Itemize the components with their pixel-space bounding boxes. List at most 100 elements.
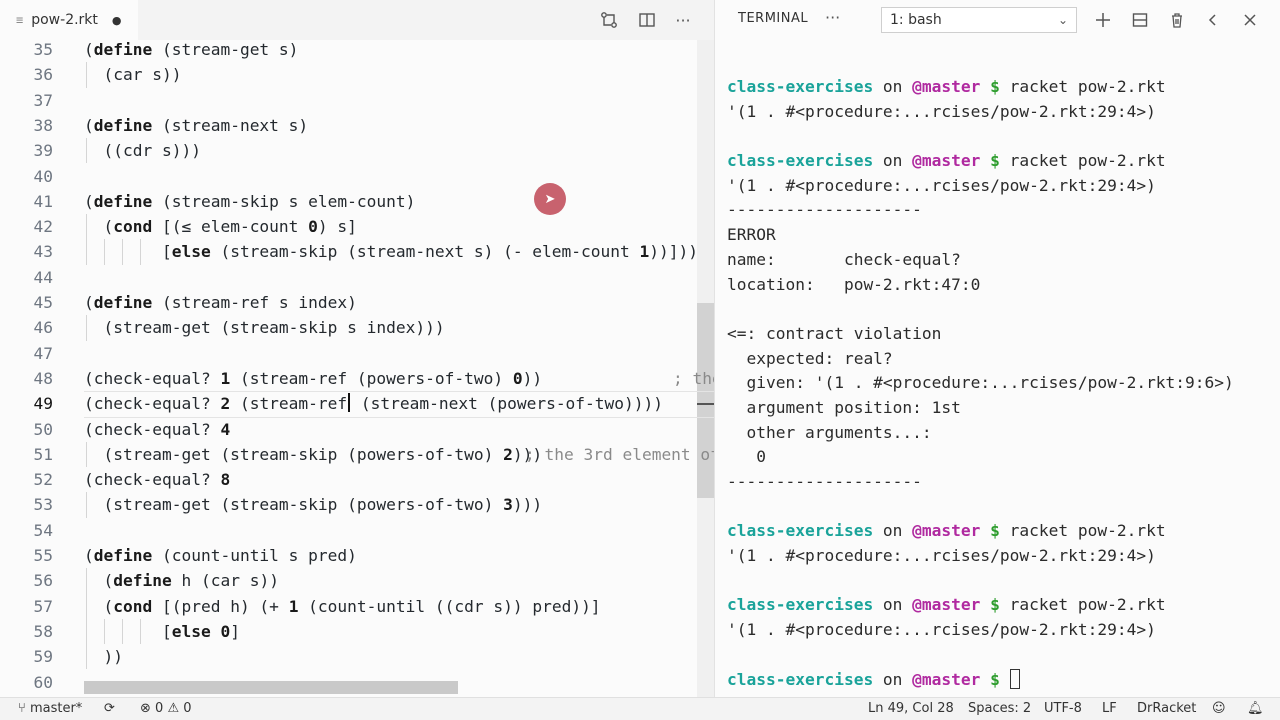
add-terminal-icon[interactable] <box>1093 10 1113 30</box>
code-line[interactable]: 43 [else (stream-skip (stream-next s) (-… <box>0 239 714 265</box>
code-line[interactable]: 44 <box>0 265 714 290</box>
chevron-left-icon[interactable] <box>1203 10 1223 30</box>
prompt-directory: class-exercises <box>727 77 874 96</box>
mouse-click-marker: ➤ <box>534 183 566 215</box>
code-line[interactable]: 52 (check-equal? 8 <box>0 467 714 492</box>
prompt-directory: class-exercises <box>727 595 874 615</box>
feedback-icon[interactable]: ☺ <box>1212 701 1226 716</box>
terminal-output[interactable]: class-exercises on @master $ racket pow-… <box>727 75 1277 692</box>
line-number: 38 <box>33 115 54 135</box>
code-line[interactable]: 53 (stream-get (stream-skip (powers-of-t… <box>0 492 714 518</box>
code-line[interactable]: 49 (check-equal? 2 (stream-ref (stream-ne… <box>0 391 714 416</box>
code-line[interactable]: 47 <box>0 341 714 366</box>
code-line[interactable]: 37 <box>0 88 714 113</box>
terminal-header: TERMINAL ··· 1: bash ⌄ <box>715 0 1280 40</box>
code-line[interactable]: 42 (cond [(≤ elem-count 0) s] <box>0 214 714 240</box>
code-text: (stream-get (stream-skip (powers-of-two)… <box>84 444 543 464</box>
code-line[interactable]: 48 (check-equal? 1 (stream-ref (powers-of… <box>0 366 715 391</box>
cursor-position[interactable]: Ln 49, Col 28 <box>868 701 954 716</box>
code-line[interactable]: 40 <box>0 164 714 189</box>
line-number: 59 <box>33 647 54 667</box>
tab-label: pow-2.rkt <box>31 12 98 28</box>
trash-icon[interactable] <box>1167 10 1187 30</box>
more-actions-icon[interactable]: ··· <box>673 10 693 30</box>
prompt-branch: @master <box>912 151 981 171</box>
code-line[interactable]: 38 (define (stream-next s) <box>0 113 714 138</box>
unsaved-dot-icon[interactable]: ● <box>112 14 122 27</box>
prompt-on: on <box>873 669 913 689</box>
horizontal-scrollbar-thumb[interactable] <box>84 681 458 694</box>
code-line[interactable]: 59 )) <box>0 644 714 670</box>
bell-icon[interactable]: 🔔︎ <box>1247 701 1264 716</box>
sync-icon[interactable]: ⟳ <box>104 701 115 716</box>
line-number: 54 <box>33 520 54 540</box>
prompt-directory: class-exercises <box>727 521 874 541</box>
indentation[interactable]: Spaces: 2 <box>968 701 1031 716</box>
language-mode[interactable]: DrRacket <box>1137 701 1196 716</box>
code-text: (check-equal? 2 (stream-ref (stream-next… <box>84 393 664 414</box>
terminal-output-line: '(1 . #<procedure:...rcises/pow-2.rkt:29… <box>727 175 1156 195</box>
terminal-output-line: '(1 . #<procedure:...rcises/pow-2.rkt:29… <box>727 546 1156 566</box>
selected-shell: 1: bash <box>890 12 942 28</box>
branch-name: master* <box>29 701 83 716</box>
close-icon[interactable] <box>1240 10 1260 30</box>
code-comment: ; the <box>673 368 714 388</box>
line-number: 44 <box>33 267 54 287</box>
code-text: )) <box>84 647 123 667</box>
line-number: 41 <box>33 191 54 211</box>
code-line[interactable]: 57 (cond [(pred h) (+ 1 (count-until ((c… <box>0 593 714 619</box>
code-line[interactable]: 45 (define (stream-ref s index) <box>0 290 714 315</box>
code-line[interactable]: 54 <box>0 518 714 543</box>
line-number: 46 <box>33 318 54 338</box>
code-area[interactable]: 35 (define (stream-get s) 36 (car s)) 37 38(… <box>0 37 714 697</box>
split-editor-icon[interactable] <box>637 10 657 30</box>
terminal-output-line: ERROR <box>727 225 776 245</box>
prompt-on: on <box>873 77 913 96</box>
terminal-cursor[interactable] <box>1009 668 1020 689</box>
editor-pane[interactable]: ≡ pow-2.rkt ● ··· 35 (define (stream-get … <box>0 0 714 697</box>
code-line[interactable]: 50 (check-equal? 4 <box>0 417 714 442</box>
error-icon: ⊗ <box>140 701 151 716</box>
problems-item[interactable]: ⊗ 0 ⚠ 0 <box>140 701 192 716</box>
terminal-prompt-line: class-exercises on @master $ <box>727 668 1277 693</box>
terminal-tab-title[interactable]: TERMINAL <box>738 11 808 26</box>
compare-changes-icon[interactable] <box>599 10 619 30</box>
terminal-more-icon[interactable]: ··· <box>825 8 840 27</box>
line-number: 43 <box>33 242 54 262</box>
encoding[interactable]: UTF-8 <box>1044 701 1082 716</box>
terminal-output-line: -------------------- <box>727 472 922 491</box>
line-number: 48 <box>33 368 54 388</box>
terminal-output-line: given: '(1 . #<procedure:...rcises/pow-2… <box>727 373 1234 393</box>
line-number: 40 <box>33 166 54 186</box>
split-terminal-icon[interactable] <box>1130 10 1150 30</box>
end-of-line[interactable]: LF <box>1102 701 1117 716</box>
code-text: [else 0] <box>84 621 240 641</box>
code-text: (define (count-until s pred) <box>84 546 357 565</box>
code-line[interactable]: 58 [else 0] <box>0 618 714 645</box>
line-number: 55 <box>33 546 54 565</box>
chevron-down-icon: ⌄ <box>1057 13 1068 27</box>
code-line[interactable]: 39 ((cdr s))) <box>0 138 714 164</box>
code-line[interactable]: 55 (define (count-until s pred) <box>0 543 714 568</box>
line-number: 52 <box>33 470 54 490</box>
git-branch-item[interactable]: ⑂ master* <box>18 701 82 716</box>
code-comment: ; the 3rd element of <box>525 444 714 464</box>
prompt-directory: class-exercises <box>727 151 874 171</box>
terminal-output-line: name: check-equal? <box>727 249 961 269</box>
terminal-panel[interactable]: TERMINAL ··· 1: bash ⌄ class-exercises o… <box>714 0 1280 697</box>
code-line[interactable]: 56 (define h (car s)) <box>0 568 714 594</box>
status-bar: ⑂ master* ⟳ ⊗ 0 ⚠ 0 Ln 49, Col 28 Spaces… <box>0 697 1280 720</box>
line-number: 47 <box>33 343 54 363</box>
tab-pow-2-rkt[interactable]: ≡ pow-2.rkt ● <box>0 0 138 40</box>
code-text: (define (stream-skip s elem-count) <box>84 191 416 211</box>
code-line[interactable]: 35 (define (stream-get s) <box>0 37 714 62</box>
warning-count: 0 <box>183 701 192 716</box>
code-line[interactable]: 36 (car s)) <box>0 62 714 88</box>
terminal-shell-select[interactable]: 1: bash ⌄ <box>881 7 1077 33</box>
code-line[interactable]: 51 (stream-get (stream-skip (powers-of-t… <box>0 441 714 468</box>
line-number: 57 <box>33 596 54 616</box>
code-line[interactable]: 41 (define (stream-skip s elem-count) <box>0 189 714 214</box>
code-line[interactable]: 46 (stream-get (stream-skip s index))) <box>0 315 714 341</box>
